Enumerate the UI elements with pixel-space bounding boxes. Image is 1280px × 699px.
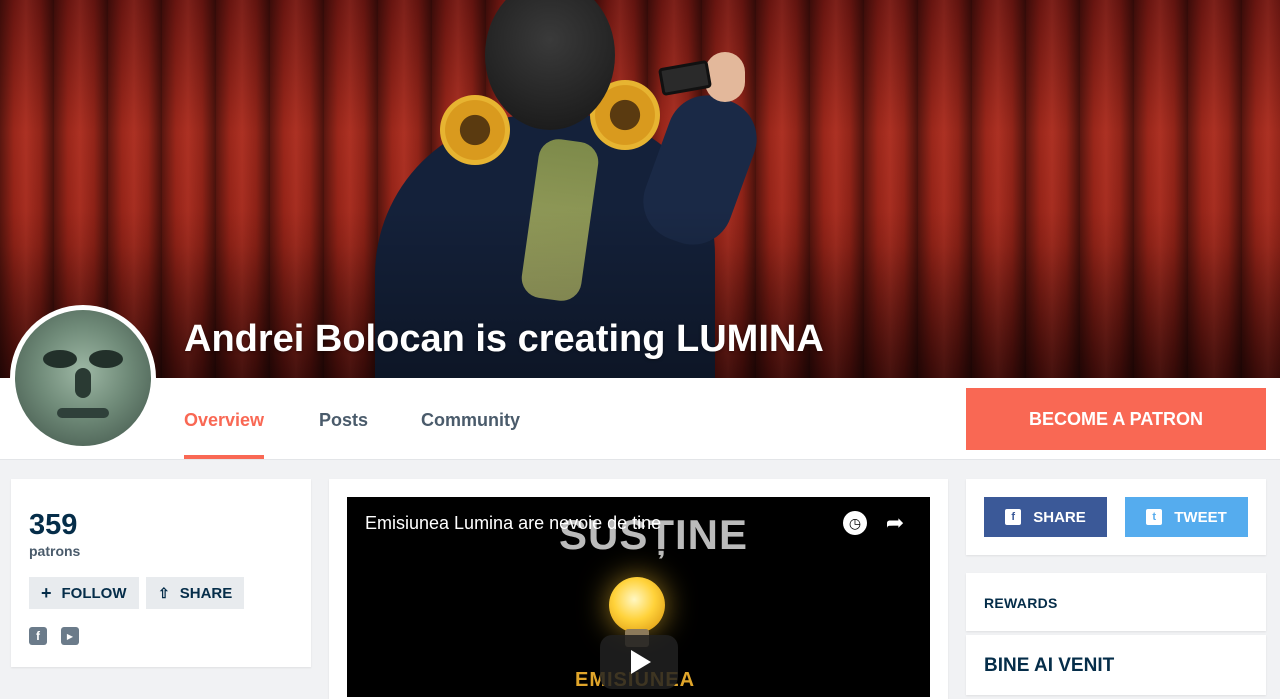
patron-count: 359: [29, 509, 78, 541]
follow-button[interactable]: + FOLLOW: [29, 577, 139, 609]
facebook-share-label: SHARE: [1033, 508, 1086, 526]
watch-later-icon[interactable]: ◷: [843, 511, 867, 535]
lightbulb-image: [609, 577, 665, 633]
rewards-header-card: REWARDS: [966, 573, 1266, 631]
social-share-card: f SHARE t TWEET: [966, 479, 1266, 555]
tweet-button[interactable]: t TWEET: [1125, 497, 1248, 537]
intro-video-card: SUSȚINE Emisiunea Lumina are nevoie de t…: [329, 479, 948, 699]
reward-tier-title: BINE AI VENIT: [984, 655, 1115, 676]
rewards-heading: REWARDS: [984, 595, 1058, 611]
reward-tier-card[interactable]: BINE AI VENIT: [966, 635, 1266, 695]
become-patron-button[interactable]: BECOME A PATRON: [966, 388, 1266, 450]
tab-overview[interactable]: Overview: [184, 410, 265, 459]
share-upload-icon: ⇧: [158, 584, 170, 601]
play-icon: [631, 650, 651, 674]
page-title: Andrei Bolocan is creating LUMINA: [184, 318, 824, 361]
patron-count-label: patrons: [29, 543, 81, 559]
patrons-card: 359 patrons + FOLLOW ⇧ SHARE f ▶: [11, 479, 311, 667]
tab-community[interactable]: Community: [421, 410, 520, 431]
share-button[interactable]: ⇧ SHARE: [146, 577, 245, 609]
creator-name: Andrei Bolocan: [184, 318, 465, 360]
video-player[interactable]: SUSȚINE Emisiunea Lumina are nevoie de t…: [347, 497, 930, 697]
youtube-icon[interactable]: ▶: [61, 627, 79, 645]
facebook-icon[interactable]: f: [29, 627, 47, 645]
twitter-icon: t: [1146, 509, 1163, 525]
facebook-icon: f: [1005, 509, 1022, 525]
share-arrow-icon[interactable]: ➦: [883, 510, 907, 535]
tweet-label: TWEET: [1174, 508, 1227, 526]
creating-text: is creating LUMINA: [475, 318, 824, 360]
facebook-share-button[interactable]: f SHARE: [984, 497, 1107, 537]
avatar[interactable]: [10, 305, 156, 451]
plus-icon: +: [41, 582, 52, 603]
share-label: SHARE: [179, 584, 233, 602]
tab-posts[interactable]: Posts: [319, 410, 368, 431]
follow-label: FOLLOW: [61, 584, 127, 602]
play-button[interactable]: [600, 635, 678, 689]
creator-nav-bar: Overview Posts Community BECOME A PATRON: [0, 378, 1280, 460]
video-title[interactable]: Emisiunea Lumina are nevoie de tine: [365, 513, 661, 534]
